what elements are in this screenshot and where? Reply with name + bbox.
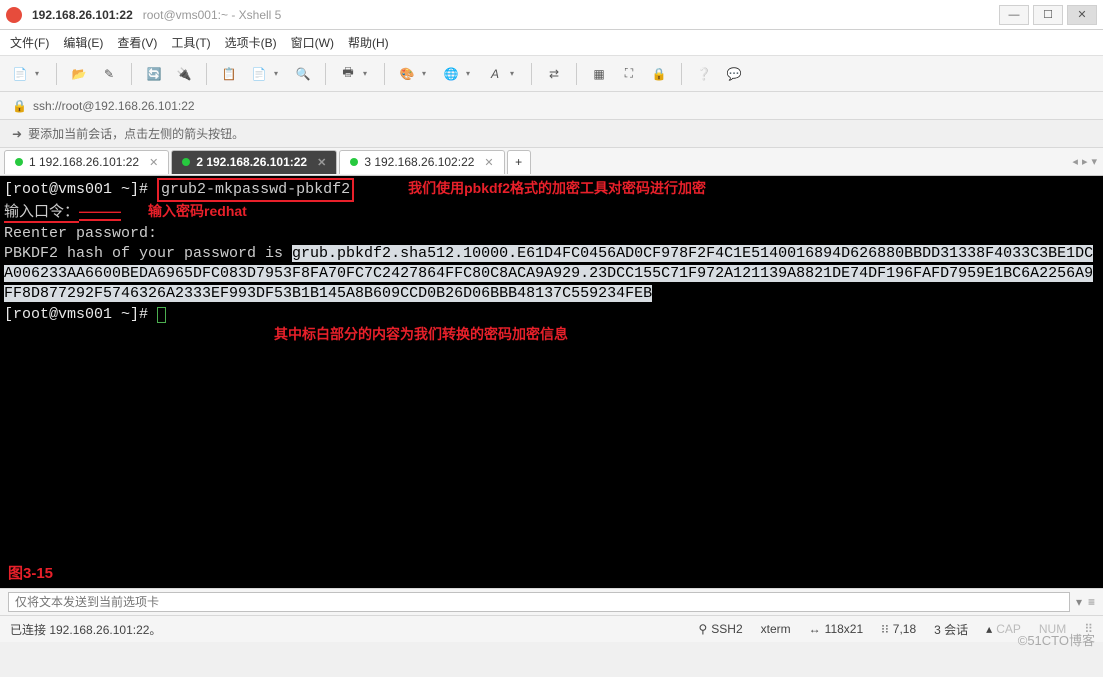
prompt-reenter-password: Reenter password: — [4, 225, 157, 242]
paste-button[interactable]: 📄 — [247, 62, 271, 86]
position-icon: ⁝⁝ — [881, 622, 889, 636]
menu-window[interactable]: 窗口(W) — [291, 34, 334, 51]
add-tab-button[interactable]: + — [507, 150, 531, 174]
caps-up-icon: ▴ — [986, 622, 992, 636]
maximize-button[interactable]: ☐ — [1033, 5, 1063, 25]
status-ssh: ⚲SSH2 — [699, 622, 743, 636]
annotation-command: 我们使用pbkdf2格式的加密工具对密码进行加密 — [408, 180, 706, 196]
feedback-button[interactable]: 💬 — [722, 62, 746, 86]
hint-icon[interactable]: ➜ — [12, 127, 22, 141]
status-dot-icon — [182, 158, 190, 166]
address-url[interactable]: ssh://root@192.168.26.101:22 — [33, 99, 195, 113]
menu-help[interactable]: 帮助(H) — [348, 34, 389, 51]
color-button[interactable]: 🎨 — [395, 62, 419, 86]
terminal-output[interactable]: [root@vms001 ~]# grub2-mkpasswd-pbkdf2 我… — [0, 176, 1103, 588]
broadcast-input-bar: ▾ ≡ — [0, 588, 1103, 616]
menu-tools[interactable]: 工具(T) — [171, 34, 210, 51]
shell-prompt: [root@vms001 ~]# — [4, 306, 148, 323]
terminal-cursor — [157, 307, 166, 323]
shell-prompt: [root@vms001 ~]# — [4, 181, 148, 198]
window-title-sub: root@vms001:~ - Xshell 5 — [143, 8, 282, 22]
font-button[interactable]: A — [483, 62, 507, 86]
app-icon — [6, 7, 22, 23]
disconnect-button[interactable]: 🔌 — [172, 62, 196, 86]
status-connected: 已连接 192.168.26.101:22。 — [10, 621, 681, 638]
address-bar: 🔒 ssh://root@192.168.26.101:22 — [0, 92, 1103, 120]
session-tab-2[interactable]: 2 192.168.26.101:22 ✕ — [171, 150, 337, 174]
window-title-main: 192.168.26.101:22 — [32, 8, 133, 22]
status-cursor-pos: ⁝⁝7,18 — [881, 622, 916, 636]
resize-icon: ↔ — [809, 622, 821, 636]
annotation-hash: 其中标白部分的内容为我们转换的密码加密信息 — [274, 326, 568, 342]
figure-label: 图3-15 — [8, 564, 53, 584]
menu-edit[interactable]: 编辑(E) — [63, 34, 103, 51]
broadcast-dropdown-icon[interactable]: ▾ — [1076, 595, 1082, 609]
lock-button[interactable]: 🔒 — [647, 62, 671, 86]
print-button[interactable]: 🖶 — [336, 62, 360, 86]
language-button[interactable]: 🌐 — [439, 62, 463, 86]
status-dot-icon — [350, 158, 358, 166]
tab-close-icon[interactable]: ✕ — [149, 156, 158, 169]
minimize-button[interactable]: — — [999, 5, 1029, 25]
status-term: xterm — [761, 622, 791, 636]
hint-bar: ➜ 要添加当前会话，点击左侧的箭头按钮。 — [0, 120, 1103, 148]
copy-button[interactable]: 📋 — [217, 62, 241, 86]
transfer-button[interactable]: ⇄ — [542, 62, 566, 86]
tab-label: 1 192.168.26.101:22 — [29, 155, 139, 169]
tab-label: 3 192.168.26.102:22 — [364, 155, 474, 169]
tab-close-icon[interactable]: ✕ — [484, 156, 493, 169]
edit-button[interactable]: ✎ — [97, 62, 121, 86]
help-button[interactable]: ❔ — [692, 62, 716, 86]
prompt-enter-password: 输入口令： — [4, 204, 79, 223]
broadcast-menu-icon[interactable]: ≡ — [1088, 595, 1095, 609]
toolbar: 📄 📂 ✎ 🔄 🔌 📋 📄 🔍 🖶 🎨 🌐 A ⇄ ▦ ⛶ 🔒 ❔ 💬 — [0, 56, 1103, 92]
menu-view[interactable]: 查看(V) — [117, 34, 157, 51]
watermark: ©51CTO博客 — [1018, 630, 1095, 649]
tab-scroll-right[interactable]: ▸ — [1082, 155, 1088, 168]
annotation-password: 输入密码redhat — [148, 203, 247, 219]
window-titlebar: 192.168.26.101:22 root@vms001:~ - Xshell… — [0, 0, 1103, 30]
lock-icon: ⚲ — [699, 622, 708, 636]
hash-prefix: PBKDF2 hash of your password is — [4, 245, 292, 262]
broadcast-input[interactable] — [8, 592, 1070, 612]
sessions-panel-button[interactable]: ▦ — [587, 62, 611, 86]
tab-scroll-left[interactable]: ◂ — [1072, 155, 1078, 168]
lock-icon: 🔒 — [12, 99, 27, 113]
tab-close-icon[interactable]: ✕ — [317, 156, 326, 169]
session-tabs: 1 192.168.26.101:22 ✕ 2 192.168.26.101:2… — [0, 148, 1103, 176]
close-button[interactable]: ✕ — [1067, 5, 1097, 25]
status-sessions: 3 会话 — [934, 621, 968, 638]
fullscreen-button[interactable]: ⛶ — [617, 62, 641, 86]
new-session-button[interactable]: 📄 — [8, 62, 32, 86]
session-tab-3[interactable]: 3 192.168.26.102:22 ✕ — [339, 150, 504, 174]
status-dot-icon — [15, 158, 23, 166]
menubar: 文件(F) 编辑(E) 查看(V) 工具(T) 选项卡(B) 窗口(W) 帮助(… — [0, 30, 1103, 56]
menu-file[interactable]: 文件(F) — [10, 34, 49, 51]
tab-menu[interactable]: ▾ — [1091, 155, 1097, 168]
status-bar: 已连接 192.168.26.101:22。 ⚲SSH2 xterm ↔118x… — [0, 616, 1103, 642]
status-caps: ▴CAP — [986, 622, 1021, 636]
hint-text: 要添加当前会话，点击左侧的箭头按钮。 — [28, 125, 244, 142]
open-button[interactable]: 📂 — [67, 62, 91, 86]
menu-tabs[interactable]: 选项卡(B) — [225, 34, 277, 51]
tab-label: 2 192.168.26.101:22 — [196, 155, 307, 169]
reconnect-button[interactable]: 🔄 — [142, 62, 166, 86]
status-size: ↔118x21 — [809, 622, 863, 636]
session-tab-1[interactable]: 1 192.168.26.101:22 ✕ — [4, 150, 169, 174]
command-highlight: grub2-mkpasswd-pbkdf2 — [157, 178, 354, 202]
search-button[interactable]: 🔍 — [291, 62, 315, 86]
